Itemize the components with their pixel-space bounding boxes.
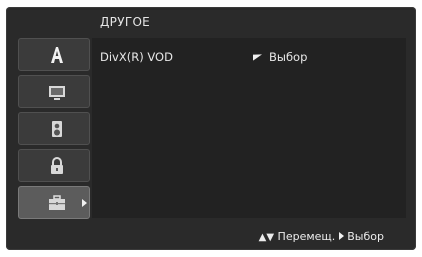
footer-move-label: Перемещ. <box>277 230 336 243</box>
category-tabs <box>18 38 92 219</box>
letter-a-icon <box>51 47 63 63</box>
footer-hint-bar: ▲▼ Перемещ. Выбор <box>6 227 416 247</box>
tab-lock[interactable] <box>18 149 90 182</box>
menu-content-panel: DivX(R) VOD Выбор <box>92 38 406 218</box>
menu-item-value-text: Выбор <box>269 50 308 64</box>
pointer-arrow-icon <box>253 51 262 61</box>
menu-item-label: DivX(R) VOD <box>100 50 173 64</box>
page-title: ДРУГОЕ <box>100 15 151 29</box>
selected-tab-arrow-icon <box>82 199 87 207</box>
menu-item-divx-vod[interactable]: DivX(R) VOD Выбор <box>100 50 400 66</box>
speaker-icon <box>52 121 62 137</box>
up-down-arrows-icon: ▲▼ <box>258 232 275 243</box>
footer-hint: ▲▼ Перемещ. Выбор <box>259 230 384 243</box>
tv-screen-icon <box>49 86 65 100</box>
tab-others[interactable] <box>18 186 90 219</box>
footer-select-label: Выбор <box>347 230 384 243</box>
menu-item-value[interactable]: Выбор <box>253 50 307 64</box>
tab-audio[interactable] <box>18 112 90 145</box>
right-arrow-icon <box>339 232 345 240</box>
padlock-icon <box>51 157 63 174</box>
tab-language[interactable] <box>18 38 90 71</box>
briefcase-icon <box>49 195 65 210</box>
tab-display[interactable] <box>18 75 90 108</box>
